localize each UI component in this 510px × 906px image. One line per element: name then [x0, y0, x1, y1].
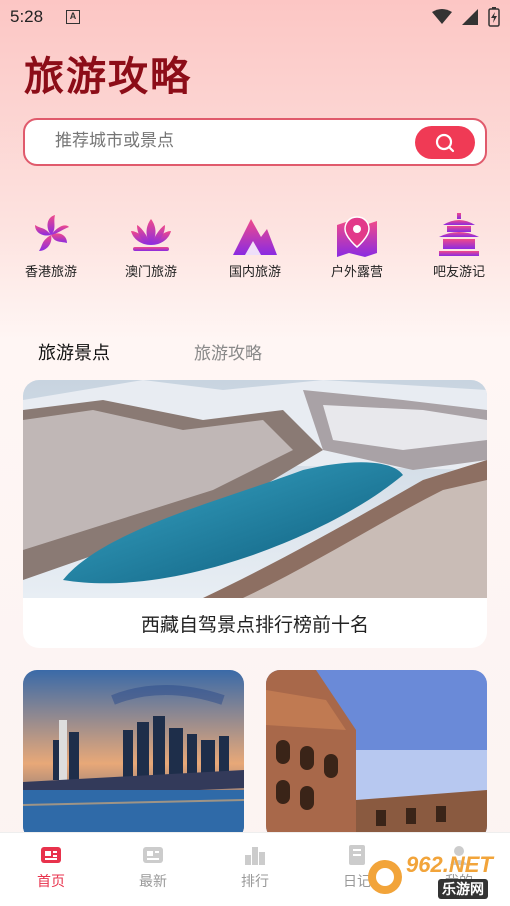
category-label: 户外露营 [330, 265, 383, 280]
category-label: 香港旅游 [24, 265, 77, 280]
map-pin-icon [337, 216, 377, 257]
colosseum-thumbnail-card[interactable] [266, 670, 487, 840]
search-button[interactable] [415, 126, 475, 159]
status-icons [432, 7, 500, 27]
search-input[interactable] [55, 131, 395, 151]
lotus-icon [131, 219, 171, 251]
category-label: 国内旅游 [228, 265, 281, 280]
tab-scenic-spots[interactable]: 旅游景点 [38, 339, 110, 365]
status-bar: 5:28 A [0, 0, 510, 34]
nav-label: 排行 [241, 874, 269, 890]
category-hongkong[interactable]: 香港旅游 [6, 213, 96, 280]
content-tabs: 旅游景点 旅游攻略 [0, 339, 510, 369]
nav-ranking[interactable]: 排行 [215, 843, 295, 891]
nav-label: 最新 [139, 874, 167, 890]
featured-caption: 西藏自驾景点排行榜前十名 [140, 614, 369, 636]
home-icon [41, 847, 61, 863]
nav-label: 首页 [37, 874, 65, 890]
watermark-emblem-icon [368, 860, 402, 894]
category-travelogue[interactable]: 吧友游记 [414, 213, 504, 280]
nav-home[interactable]: 首页 [11, 843, 91, 891]
category-camping[interactable]: 户外露营 [312, 213, 402, 280]
news-icon [143, 847, 163, 863]
city-skyline-image [23, 670, 244, 840]
search-icon [435, 133, 455, 152]
category-row: 香港旅游 澳门旅游 国内旅游 户外露营 吧友游记 [0, 213, 510, 283]
category-label: 吧友游记 [432, 265, 485, 280]
category-label: 澳门旅游 [124, 265, 177, 280]
watermark-brand: 962.NET [406, 852, 493, 877]
signal-icon [462, 9, 478, 25]
status-time: 5:28 [10, 7, 44, 26]
category-macau[interactable]: 澳门旅游 [106, 213, 196, 280]
page-title: 旅游攻略 [24, 54, 192, 100]
watermark-logo: 962.NET 乐游网 [366, 852, 502, 902]
bauhinia-icon [35, 215, 69, 251]
ranking-icon [245, 847, 265, 865]
featured-lake-image [23, 380, 487, 598]
search-bar[interactable] [23, 118, 487, 166]
nav-latest[interactable]: 最新 [113, 843, 193, 891]
notification-badge: A [66, 10, 80, 24]
temple-icon [439, 213, 479, 256]
wifi-icon [432, 9, 452, 24]
category-domestic[interactable]: 国内旅游 [210, 213, 300, 280]
city-thumbnail-card[interactable] [23, 670, 244, 840]
mountain-icon [233, 219, 277, 255]
watermark-sub: 乐游网 [438, 879, 488, 899]
tab-travel-guides[interactable]: 旅游攻略 [194, 339, 262, 364]
battery-icon [488, 7, 500, 27]
colosseum-image [266, 670, 487, 840]
featured-card[interactable]: 西藏自驾景点排行榜前十名 [23, 380, 487, 648]
